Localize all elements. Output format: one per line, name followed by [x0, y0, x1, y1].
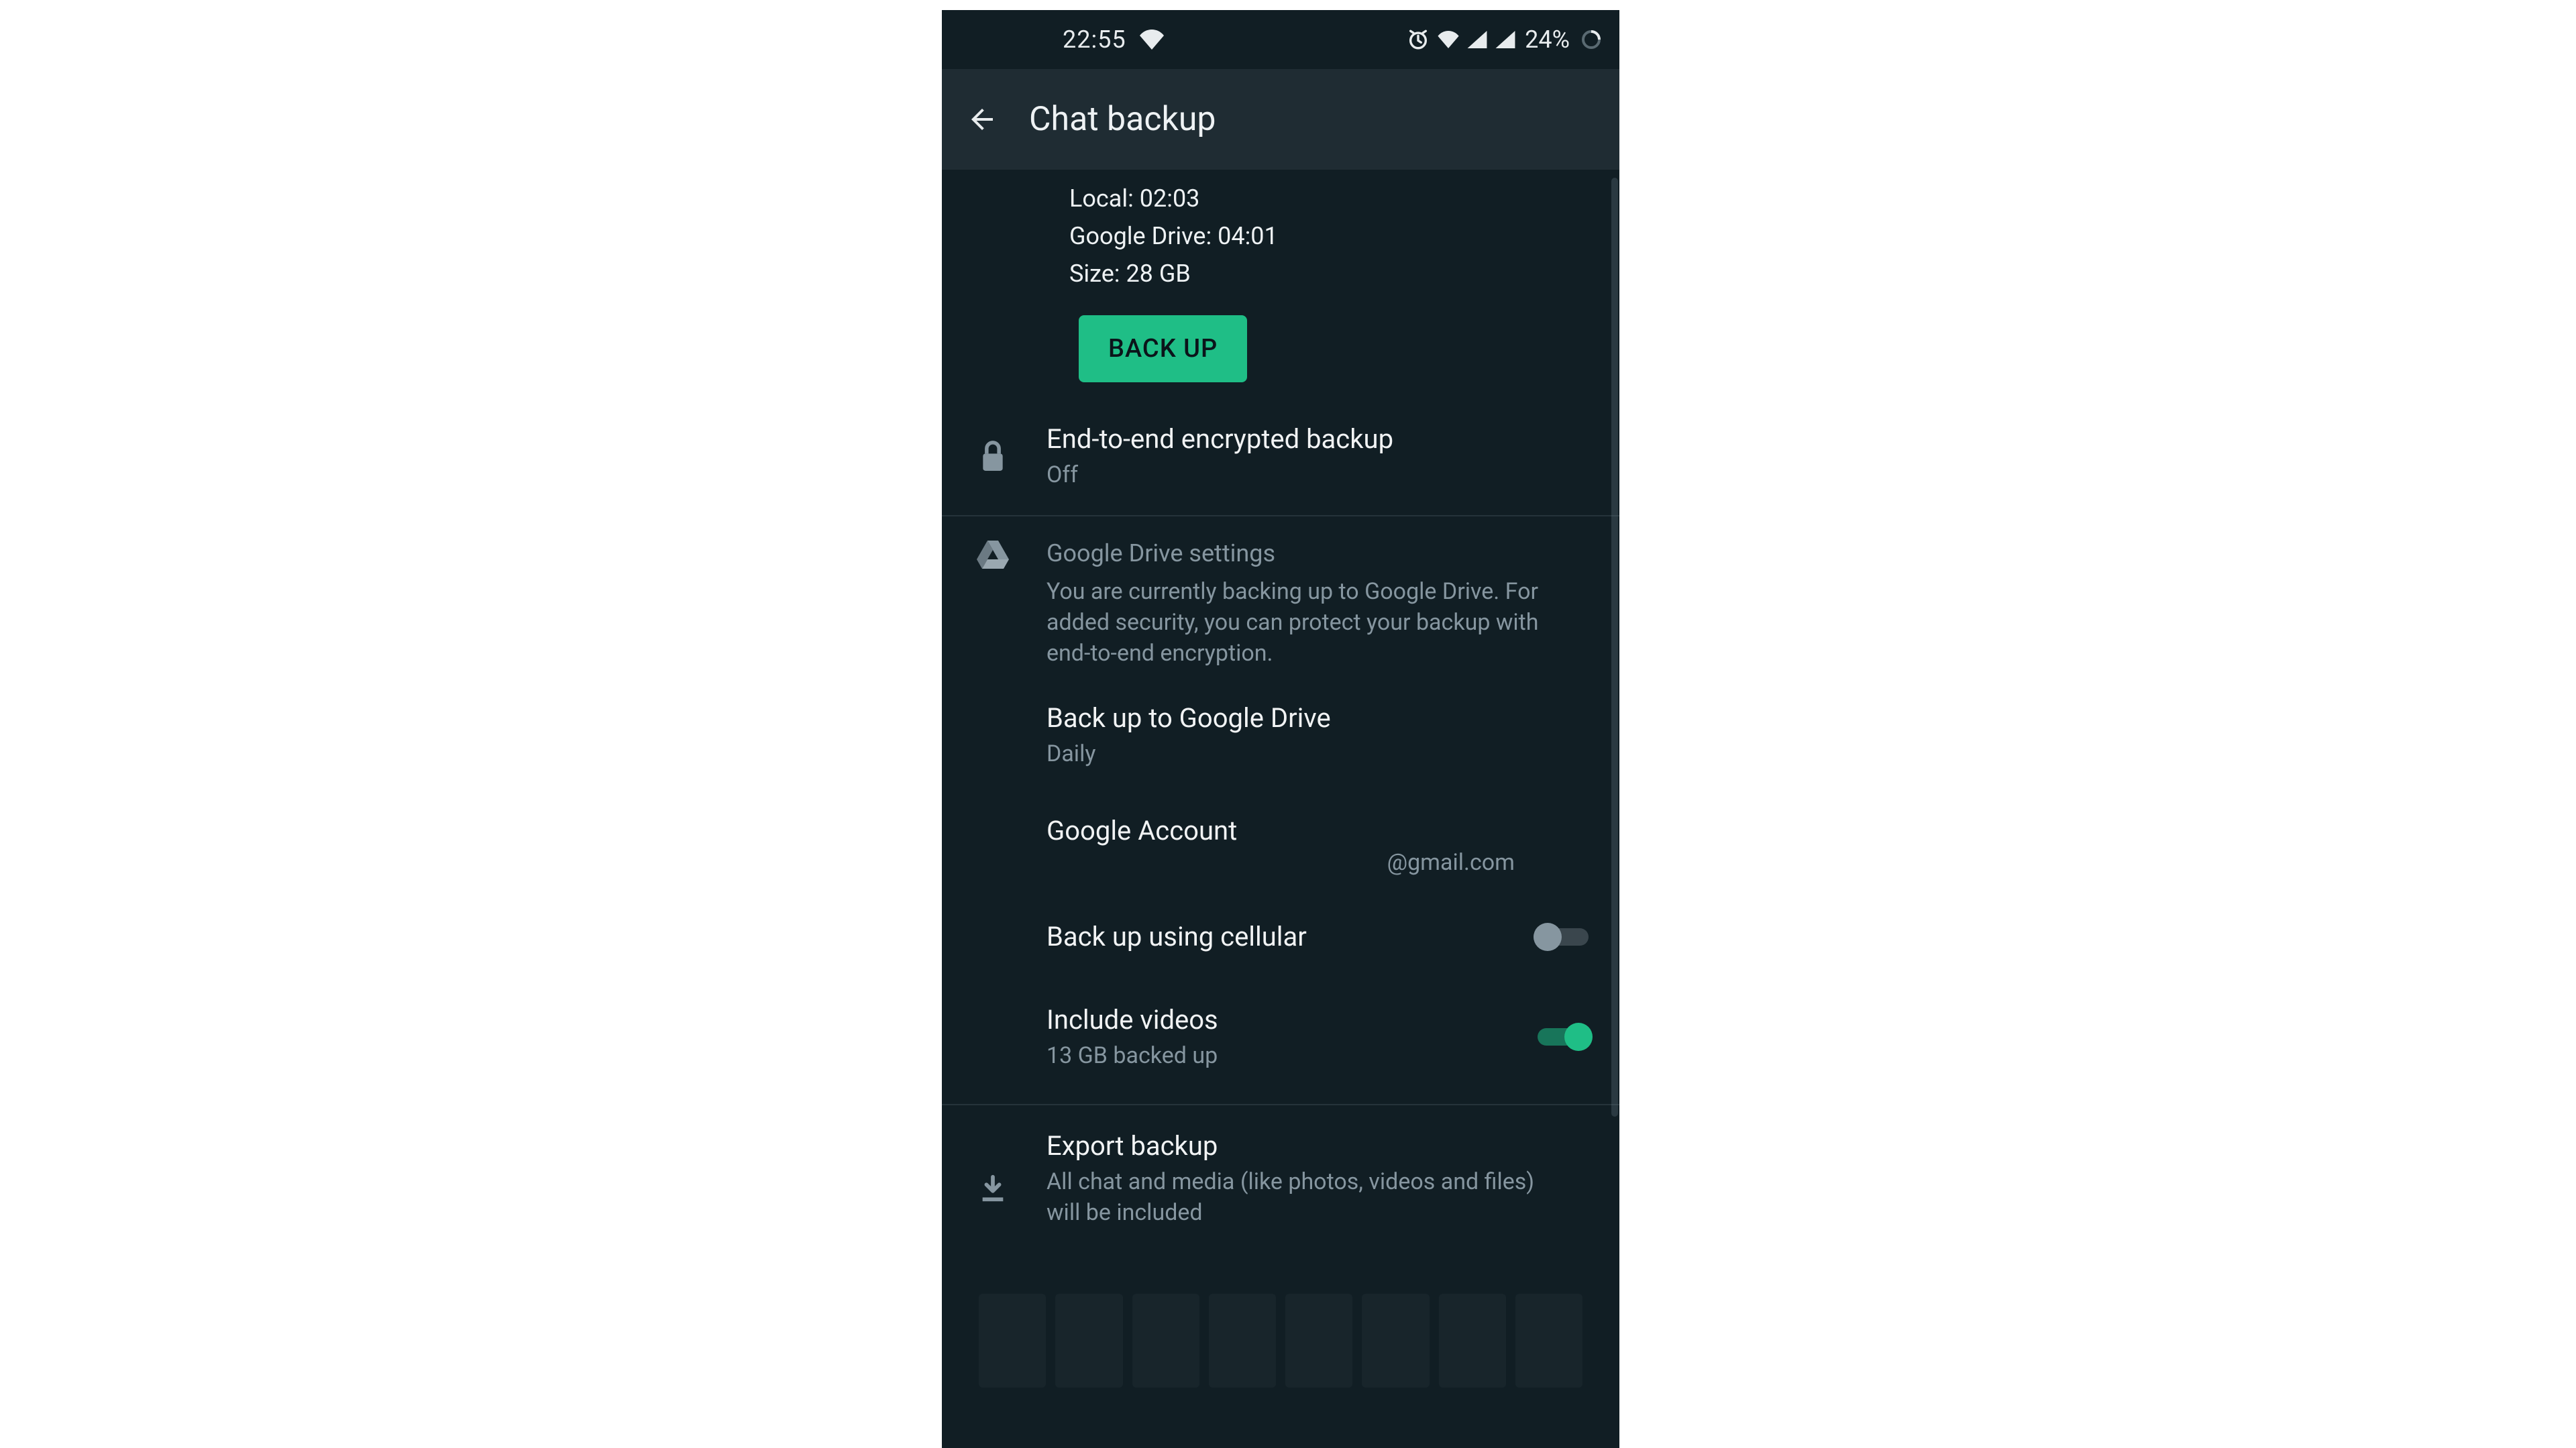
signal-icon-1 — [1467, 31, 1487, 48]
page-title: Chat backup — [1029, 100, 1216, 139]
gdrive-section-header: Google Drive settings You are currently … — [942, 516, 1619, 672]
e2e-encrypted-backup-row[interactable]: End-to-end encrypted backup Off — [942, 401, 1619, 511]
include-videos-title: Include videos — [1046, 1002, 1513, 1038]
download-icon — [977, 1173, 1008, 1204]
google-account-value: @gmail.com — [1046, 849, 1595, 876]
google-drive-icon — [977, 541, 1009, 669]
gdrive-backup-value: 04:01 — [1218, 222, 1278, 250]
lock-icon — [978, 439, 1008, 474]
backup-cellular-title: Back up using cellular — [1046, 919, 1513, 955]
backup-size-value: 28 GB — [1126, 260, 1190, 288]
backup-frequency-row[interactable]: Back up to Google Drive Daily — [942, 672, 1619, 790]
backup-cellular-toggle[interactable] — [1534, 923, 1593, 951]
local-backup-label: Local: — [1069, 184, 1134, 213]
backup-info: Local: 02:03 Google Drive: 04:01 Size: 2… — [942, 170, 1619, 292]
backup-frequency-value: Daily — [1046, 739, 1595, 770]
gdrive-section-title: Google Drive settings — [1046, 539, 1593, 567]
export-backup-desc: All chat and media (like photos, videos … — [1046, 1167, 1595, 1229]
alarm-icon — [1407, 28, 1430, 51]
backup-cellular-row[interactable]: Back up using cellular — [942, 896, 1619, 975]
google-account-row[interactable]: Google Account @gmail.com — [942, 790, 1619, 896]
gdrive-backup-label: Google Drive: — [1069, 222, 1212, 250]
watermark — [979, 1294, 1582, 1388]
export-backup-row[interactable]: Export backup All chat and media (like p… — [942, 1105, 1619, 1249]
gdrive-section-desc: You are currently backing up to Google D… — [1046, 577, 1593, 669]
e2e-title: End-to-end encrypted backup — [1046, 421, 1595, 457]
status-bar: 22:55 24% — [942, 10, 1619, 69]
include-videos-row[interactable]: Include videos 13 GB backed up — [942, 975, 1619, 1100]
loading-spinner-icon — [1580, 29, 1602, 50]
include-videos-toggle[interactable] — [1534, 1023, 1593, 1051]
status-time: 22:55 — [1063, 25, 1126, 54]
wifi-icon — [1140, 30, 1164, 50]
google-account-title: Google Account — [1046, 813, 1595, 849]
scrollbar[interactable] — [1611, 178, 1618, 1117]
backup-frequency-title: Back up to Google Drive — [1046, 700, 1595, 736]
backup-button[interactable]: BACK UP — [1079, 315, 1247, 382]
e2e-status: Off — [1046, 460, 1595, 491]
app-bar: Chat backup — [942, 69, 1619, 170]
wifi-small-icon — [1438, 31, 1459, 48]
battery-percent: 24% — [1525, 25, 1570, 54]
phone-screen: 22:55 24% — [942, 10, 1619, 1448]
export-backup-title: Export backup — [1046, 1128, 1595, 1164]
signal-icon-2 — [1495, 31, 1515, 48]
local-backup-value: 02:03 — [1140, 184, 1200, 213]
include-videos-sub: 13 GB backed up — [1046, 1041, 1513, 1072]
backup-size-label: Size: — [1069, 260, 1120, 288]
back-button[interactable] — [962, 99, 1002, 140]
